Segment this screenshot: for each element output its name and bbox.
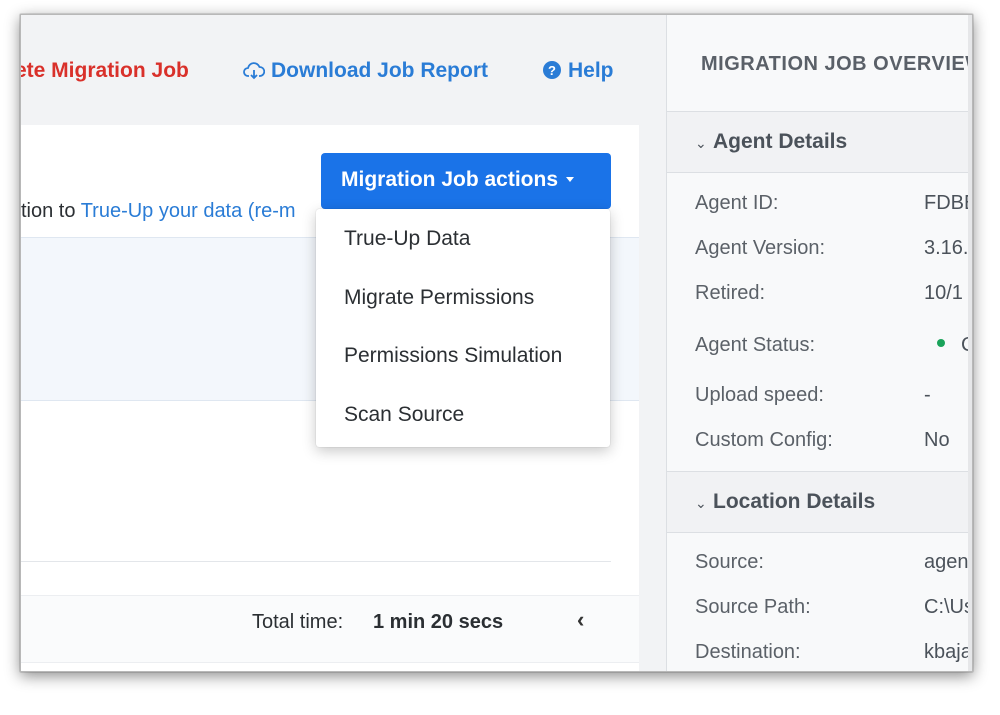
panel-divider xyxy=(667,172,972,173)
panel-divider xyxy=(667,532,972,533)
chevron-down-icon: ⌄ xyxy=(695,495,707,511)
true-up-link[interactable]: True-Up your data (re-m xyxy=(81,200,296,222)
question-circle-icon: ? xyxy=(543,61,561,79)
menu-item-true-up-data[interactable]: True-Up Data xyxy=(344,227,470,251)
agent-id-label: Agent ID: xyxy=(695,192,779,214)
app-window: ete Migration Job Download Job Report ? … xyxy=(20,14,973,672)
section-divider xyxy=(21,561,611,562)
actions-dropdown-menu: True-Up Data Migrate Permissions Permiss… xyxy=(316,209,610,447)
destination-value: kbaja xyxy=(924,641,972,663)
location-details-title[interactable]: Location Details xyxy=(713,490,875,514)
agent-version-label: Agent Version: xyxy=(695,237,826,259)
agent-id-value: FDBE xyxy=(924,192,973,214)
retired-value: 10/1 xyxy=(924,282,963,304)
destination-label: Destination: xyxy=(695,641,801,663)
chevron-down-icon: ⌄ xyxy=(695,135,707,151)
source-path-label: Source Path: xyxy=(695,596,811,618)
caret-down-icon xyxy=(566,177,575,182)
total-time-label: Total time: xyxy=(252,611,344,633)
source-value: agen xyxy=(924,551,969,573)
delete-migration-job-link[interactable]: ete Migration Job xyxy=(21,59,189,83)
migration-job-overview-panel: MIGRATION JOB OVERVIEW ⌄ Agent Details A… xyxy=(666,15,973,671)
menu-item-migrate-permissions[interactable]: Migrate Permissions xyxy=(344,286,534,310)
panel-scrollbar[interactable] xyxy=(968,15,972,671)
agent-status-label: Agent Status: xyxy=(695,334,816,356)
menu-item-permissions-simulation[interactable]: Permissions Simulation xyxy=(344,344,562,368)
agent-version-value: 3.16. xyxy=(924,237,969,259)
upload-speed-label: Upload speed: xyxy=(695,384,824,406)
chevron-left-icon[interactable]: ‹ xyxy=(577,607,584,633)
svg-text:?: ? xyxy=(548,63,556,78)
panel-title: MIGRATION JOB OVERVIEW xyxy=(701,53,973,75)
info-banner-text: tion to True-Up your data (re-m xyxy=(21,200,296,223)
help-link[interactable]: ? Help xyxy=(542,59,614,83)
agent-details-title[interactable]: Agent Details xyxy=(713,130,847,154)
migration-job-actions-label: Migration Job actions xyxy=(341,168,559,191)
total-time-value: 1 min 20 secs xyxy=(373,611,504,633)
download-job-report-link[interactable]: Download Job Report xyxy=(243,59,488,83)
cloud-download-icon xyxy=(243,62,265,80)
custom-config-label: Custom Config: xyxy=(695,429,833,451)
status-online-dot xyxy=(937,339,945,347)
download-job-report-label: Download Job Report xyxy=(271,59,488,82)
help-label: Help xyxy=(568,59,614,82)
info-banner-prefix: tion to xyxy=(21,200,81,222)
retired-label: Retired: xyxy=(695,282,766,304)
job-toolbar: ete Migration Job Download Job Report ? … xyxy=(21,15,666,125)
custom-config-value: No xyxy=(924,429,950,451)
menu-item-scan-source[interactable]: Scan Source xyxy=(344,403,464,427)
migration-job-actions-button[interactable]: Migration Job actions xyxy=(321,153,611,209)
source-path-value: C:\Us xyxy=(924,596,973,618)
source-label: Source: xyxy=(695,551,764,573)
upload-speed-value: - xyxy=(924,384,931,406)
